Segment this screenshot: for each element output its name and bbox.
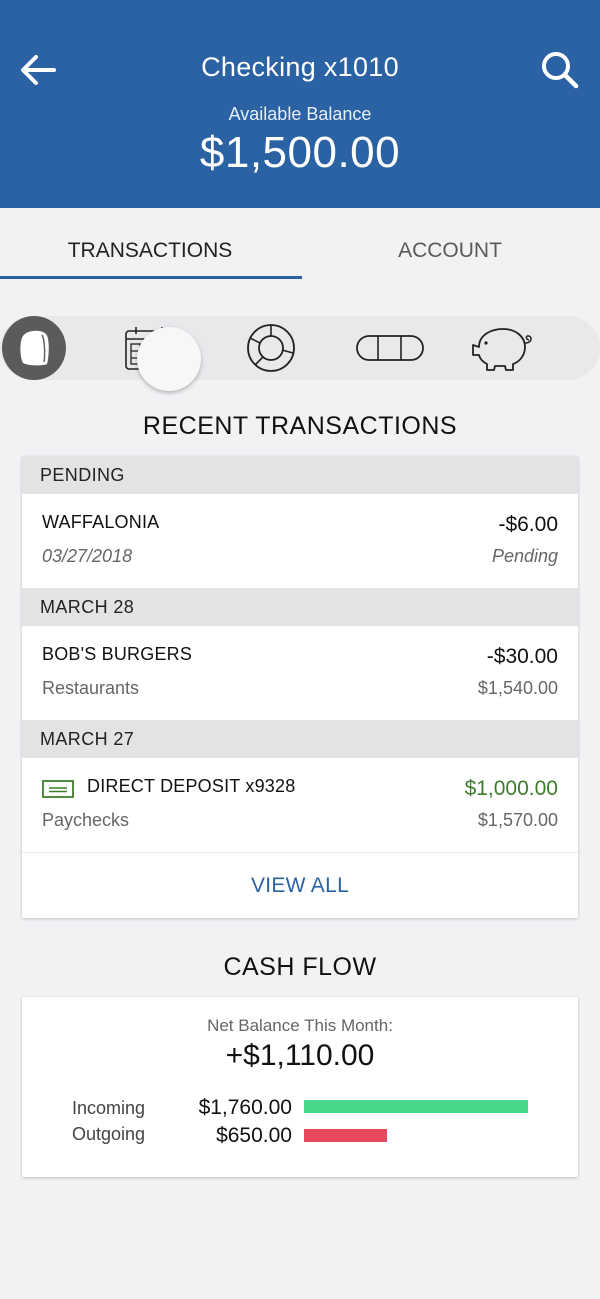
piggy-bank-icon [472,328,532,371]
incoming-amount: $1,760.00 [198,1096,292,1119]
recent-transactions-title: RECENT TRANSACTIONS [142,412,458,440]
transaction-amount: -$30.00 [486,645,558,668]
recent-transactions-card: PENDING WAFFALONIA 03/27/2018 -$6.00 Pen… [22,456,578,918]
search-button[interactable] [538,48,582,92]
tab-account[interactable]: ACCOUNT [300,208,600,280]
transaction-name: BOB'S BURGERS [42,644,193,664]
net-balance-value: +$1,110.00 [225,1039,375,1072]
account-header: Checking x1010 Available Balance $1,500.… [0,0,600,208]
available-balance-label: Available Balance [228,104,372,124]
transaction-name: DIRECT DEPOSIT x9328 [87,776,296,796]
transaction-category: Restaurants [42,678,140,698]
transaction-row[interactable]: BOB'S BURGERS Restaurants -$30.00 $1,540… [22,626,578,720]
transaction-amount: $1,000.00 [464,777,558,800]
available-balance-value: $1,500.00 [199,128,401,177]
view-all-button[interactable]: VIEW ALL [22,852,578,918]
net-balance-label: Net Balance This Month: [207,1016,393,1035]
toggle-view-button[interactable] [350,316,430,380]
outgoing-amount: $650.00 [216,1124,292,1147]
incoming-bar [304,1100,528,1113]
transaction-row[interactable]: DIRECT DEPOSIT x9328 Paychecks $1,000.00… [22,758,578,852]
tab-bar: TRANSACTIONS ACCOUNT [0,208,600,280]
transaction-name: WAFFALONIA [42,512,160,532]
transaction-row[interactable]: WAFFALONIA 03/27/2018 -$6.00 Pending [22,494,578,588]
view-switcher [0,316,600,380]
check-deposit-icon [42,780,74,798]
bubble-icon [20,330,49,366]
outgoing-label: Outgoing [72,1124,146,1144]
cash-flow-title: CASH FLOW [223,953,377,981]
group-header-march-27: MARCH 27 [22,720,578,758]
savings-view-button[interactable] [464,316,544,380]
transaction-category: Paychecks [42,810,130,830]
transaction-status: Pending [491,546,558,566]
donut-view-button[interactable] [231,316,311,380]
running-balance: $1,540.00 [477,678,558,698]
group-header-march-28: MARCH 28 [22,588,578,626]
incoming-label: Incoming [72,1098,146,1118]
outgoing-bar [304,1129,387,1142]
donut-chart-icon [247,324,295,372]
pill-toggle-icon [356,335,424,361]
transaction-date: 03/27/2018 [42,546,133,566]
transaction-amount: -$6.00 [498,513,558,536]
group-header-pending: PENDING [22,456,578,494]
search-icon [542,52,579,89]
cash-flow-card[interactable]: Net Balance This Month: +$1,110.00 Incom… [22,997,578,1177]
tab-transactions[interactable]: TRANSACTIONS [0,208,300,280]
bubble-view-button[interactable] [2,316,66,380]
running-balance: $1,570.00 [477,810,558,830]
touch-ripple [137,327,201,391]
active-tab-indicator [0,276,302,279]
page-title: Checking x1010 [201,52,399,82]
